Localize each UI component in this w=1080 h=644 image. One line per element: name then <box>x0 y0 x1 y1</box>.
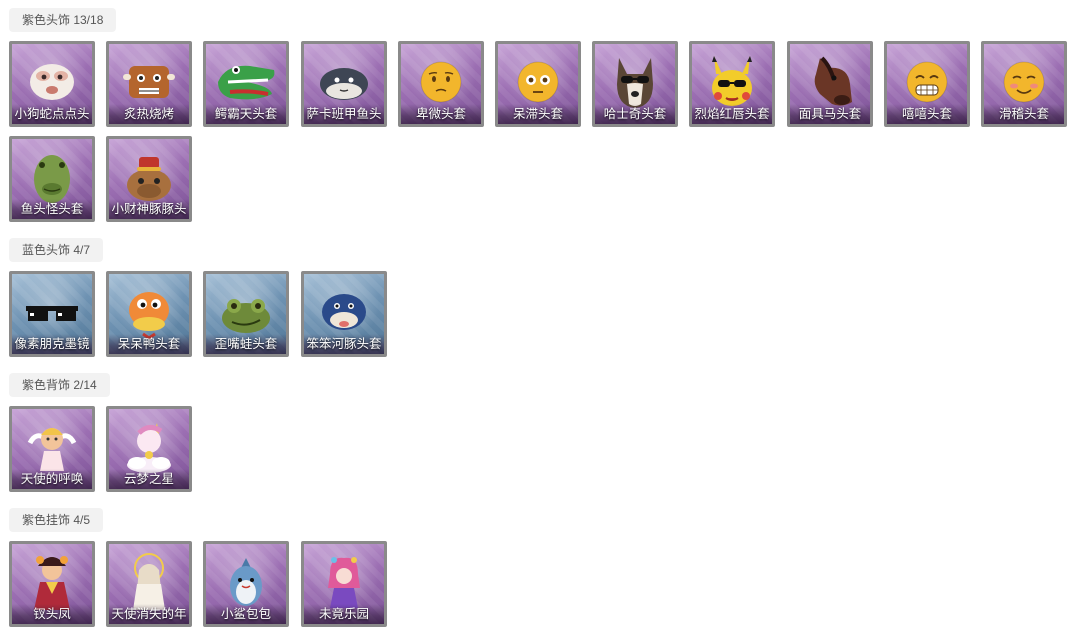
item-name-label: 歪嘴蛙头套 <box>206 334 286 354</box>
item-tile[interactable]: 鱼头怪头套 <box>9 136 95 222</box>
item-name-label: 笨笨河豚头套 <box>304 334 384 354</box>
item-tile[interactable]: 呆滞头套 <box>495 41 581 127</box>
item-name-label: 小财神豚豚头 <box>109 199 189 219</box>
item-name-label: 嘻嘻头套 <box>887 104 967 124</box>
item-tile[interactable]: 歪嘴蛙头套 <box>203 271 289 357</box>
item-tile[interactable]: 嘻嘻头套 <box>884 41 970 127</box>
item-name-label: 小狗蛇点点头 <box>12 104 92 124</box>
item-name-label: 滑稽头套 <box>984 104 1064 124</box>
item-tile[interactable]: 小鲨包包 <box>203 541 289 627</box>
item-name-label: 炙热烧烤 <box>109 104 189 124</box>
section-title-badge: 紫色头饰 13/18 <box>9 8 117 32</box>
item-tile[interactable]: 天使的呼唤 <box>9 406 95 492</box>
item-tile[interactable]: 面具马头套 <box>787 41 873 127</box>
item-tile[interactable]: 天使消失的年 <box>106 541 192 627</box>
item-tile[interactable]: 未竟乐园 <box>301 541 387 627</box>
item-name-label: 卑微头套 <box>401 104 481 124</box>
item-tile[interactable]: 哈士奇头套 <box>592 41 678 127</box>
item-name-label: 天使的呼唤 <box>12 469 92 489</box>
collection-panel: 紫色头饰 13/18 小狗蛇点点头 炙热烧烤 鳄霸天头套 萨卡班甲鱼头 卑微头套… <box>0 0 1080 644</box>
item-name-label: 像素朋克墨镜 <box>12 334 92 354</box>
item-tile[interactable]: 烈焰红唇头套 <box>689 41 775 127</box>
section-title-badge: 蓝色头饰 4/7 <box>9 238 104 262</box>
item-name-label: 鳄霸天头套 <box>206 104 286 124</box>
item-tile[interactable]: 钗头凤 <box>9 541 95 627</box>
item-name-label: 面具马头套 <box>790 104 870 124</box>
section-title-badge: 紫色挂饰 4/5 <box>9 508 104 532</box>
item-name-label: 未竟乐园 <box>304 604 384 624</box>
item-tile[interactable]: 笨笨河豚头套 <box>301 271 387 357</box>
item-tile[interactable]: 卑微头套 <box>398 41 484 127</box>
item-name-label: 呆滞头套 <box>498 104 578 124</box>
item-tile[interactable]: 像素朋克墨镜 <box>9 271 95 357</box>
item-tile[interactable]: 小狗蛇点点头 <box>9 41 95 127</box>
item-tile[interactable]: 炙热烧烤 <box>106 41 192 127</box>
item-name-label: 萨卡班甲鱼头 <box>304 104 384 124</box>
item-name-label: 云梦之星 <box>109 469 189 489</box>
item-name-label: 烈焰红唇头套 <box>692 104 772 124</box>
item-name-label: 天使消失的年 <box>109 604 189 624</box>
item-name-label: 哈士奇头套 <box>595 104 675 124</box>
item-name-label: 呆呆鸭头套 <box>109 334 189 354</box>
item-tile[interactable]: 鳄霸天头套 <box>203 41 289 127</box>
item-name-label: 鱼头怪头套 <box>12 199 92 219</box>
item-name-label: 钗头凤 <box>12 604 92 624</box>
item-tile[interactable]: 滑稽头套 <box>981 41 1067 127</box>
item-name-label: 小鲨包包 <box>206 604 286 624</box>
item-tile[interactable]: 萨卡班甲鱼头 <box>301 41 387 127</box>
item-tile[interactable]: 云梦之星 <box>106 406 192 492</box>
item-tile[interactable]: 呆呆鸭头套 <box>106 271 192 357</box>
section-title-badge: 紫色背饰 2/14 <box>9 373 110 397</box>
item-tile[interactable]: 小财神豚豚头 <box>106 136 192 222</box>
